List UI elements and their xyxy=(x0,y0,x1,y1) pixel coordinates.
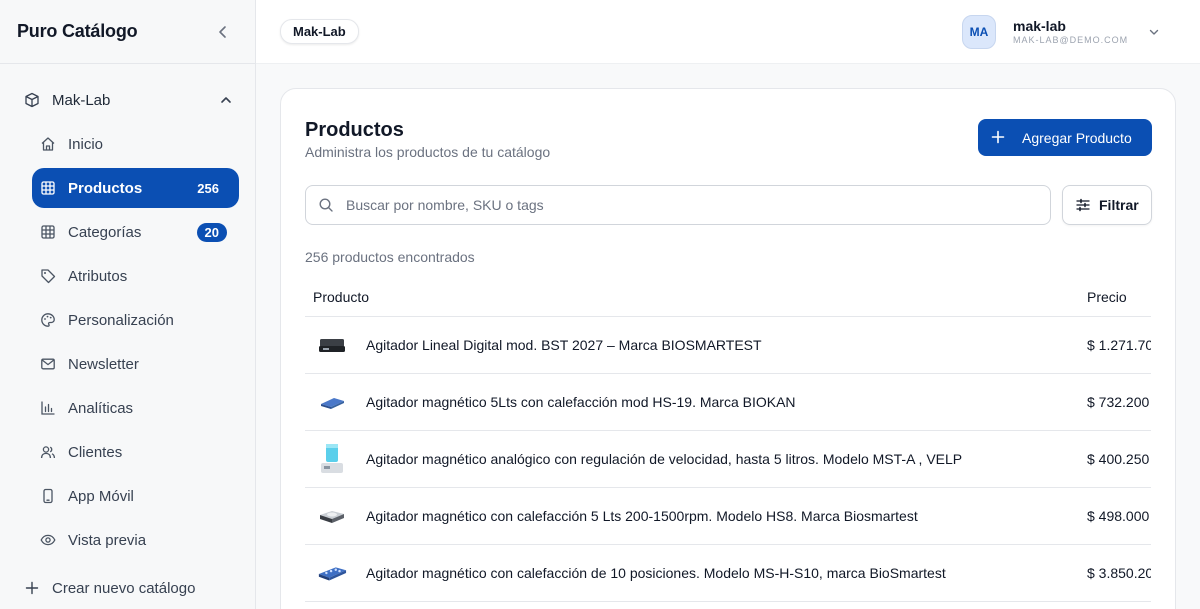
table-row[interactable]: Agitador Lineal Digital mod. BST 2027 – … xyxy=(305,317,1151,374)
product-thumbnail xyxy=(317,501,347,531)
sidebar-item-label: Personalización xyxy=(68,311,174,329)
sidebar-item-label: App Móvil xyxy=(68,487,134,505)
mail-icon xyxy=(40,356,56,372)
search-input[interactable] xyxy=(346,197,1026,213)
search-icon xyxy=(318,197,334,213)
create-catalog-label: Crear nuevo catálogo xyxy=(52,579,196,597)
brand-title: Puro Catálogo xyxy=(17,21,138,41)
palette-icon xyxy=(40,312,56,328)
sliders-icon xyxy=(1075,197,1091,213)
sidebar-item-label: Vista previa xyxy=(68,531,147,549)
tag-icon xyxy=(40,268,56,284)
sidebar-item-analiticas[interactable]: Analíticas xyxy=(32,388,239,428)
count-badge: 256 xyxy=(197,180,219,196)
product-price: $ 732.200 xyxy=(1087,394,1150,410)
user-info: mak-lab MAK-LAB@DEMO.COM xyxy=(1013,18,1128,46)
avatar: MA xyxy=(962,15,996,49)
sidebar-item-productos[interactable]: Productos 256 xyxy=(32,168,239,208)
product-price: $ 3.850.20 xyxy=(1087,565,1151,581)
product-name: Agitador Lineal Digital mod. BST 2027 – … xyxy=(366,337,762,353)
sidebar: Puro Catálogo Mak-Lab Inicio Productos 2… xyxy=(0,0,256,609)
count-badge: 20 xyxy=(196,222,227,242)
sidebar-item-categorias[interactable]: Categorías 20 xyxy=(32,212,239,252)
filter-button[interactable]: Filtrar xyxy=(1062,185,1152,225)
sidebar-item-atributos[interactable]: Atributos xyxy=(32,256,239,296)
smartphone-icon xyxy=(40,488,56,504)
filter-label: Filtrar xyxy=(1099,197,1139,213)
product-name: Agitador magnético con calefacción de 10… xyxy=(366,565,946,581)
home-icon xyxy=(40,136,56,152)
box-icon xyxy=(24,92,40,108)
column-header-product[interactable]: Producto xyxy=(305,289,1087,305)
grid-icon xyxy=(40,224,56,240)
sidebar-header: Puro Catálogo xyxy=(0,0,255,64)
top-bar: Mak-Lab MA mak-lab MAK-LAB@DEMO.COM xyxy=(256,0,1200,64)
sidebar-item-label: Categorías xyxy=(68,223,142,241)
collapse-sidebar-icon[interactable] xyxy=(215,24,231,40)
product-name: Agitador magnético analógico con regulac… xyxy=(366,451,963,467)
product-name: Agitador magnético con calefacción 5 Lts… xyxy=(366,508,918,524)
plus-icon xyxy=(991,128,1005,148)
table-row[interactable]: Agitador magnético 5Lts con calefacción … xyxy=(305,374,1151,431)
sidebar-item-label: Clientes xyxy=(68,443,123,461)
sidebar-item-clientes[interactable]: Clientes xyxy=(32,432,239,472)
sidebar-item-label: Analíticas xyxy=(68,399,134,417)
product-thumbnail xyxy=(317,558,347,588)
chevron-down-icon xyxy=(1148,26,1160,38)
user-name: mak-lab xyxy=(1013,18,1066,34)
bar-chart-icon xyxy=(40,400,56,416)
product-thumbnail xyxy=(317,387,347,417)
table-row[interactable]: Agitador magnético con calefacción de 10… xyxy=(305,545,1151,602)
product-thumbnail xyxy=(317,330,347,360)
sidebar-item-personalizacion[interactable]: Personalización xyxy=(32,300,239,340)
table-header: Producto Precio xyxy=(305,277,1151,317)
product-price: $ 1.271.70 xyxy=(1087,337,1151,353)
sidebar-item-label: Productos xyxy=(68,179,143,197)
table-row[interactable]: Agitador magnético con calefacción 5 Lts… xyxy=(305,488,1151,545)
product-thumbnail xyxy=(317,444,347,474)
sidebar-item-label: Atributos xyxy=(68,267,128,285)
product-price: $ 498.000 xyxy=(1087,508,1150,524)
product-name: Agitador magnético 5Lts con calefacción … xyxy=(366,394,796,410)
column-header-price[interactable]: Precio xyxy=(1087,289,1151,305)
sidebar-item-label: Inicio xyxy=(68,135,104,153)
sidebar-item-app-movil[interactable]: App Móvil xyxy=(32,476,239,516)
products-card: Productos Administra los productos de tu… xyxy=(280,88,1176,609)
sidebar-item-newsletter[interactable]: Newsletter xyxy=(32,344,239,384)
catalog-name: Mak-Lab xyxy=(52,91,111,109)
user-email: MAK-LAB@DEMO.COM xyxy=(1013,35,1129,45)
grid-icon xyxy=(40,180,56,196)
add-product-button[interactable]: Agregar Producto xyxy=(978,119,1152,156)
products-table: Producto Precio Agitador Lineal Digital … xyxy=(305,277,1151,602)
user-menu[interactable]: MA mak-lab MAK-LAB@DEMO.COM xyxy=(962,14,1160,50)
add-product-label: Agregar Producto xyxy=(1022,129,1132,146)
users-icon xyxy=(40,444,56,460)
sidebar-item-label: Newsletter xyxy=(68,355,139,373)
search-box xyxy=(305,185,1051,225)
page-subtitle: Administra los productos de tu catálogo xyxy=(305,144,551,160)
eye-icon xyxy=(40,532,56,548)
chevron-up-icon xyxy=(220,94,232,106)
plus-icon xyxy=(24,580,40,596)
sidebar-item-inicio[interactable]: Inicio xyxy=(32,124,239,164)
product-price: $ 400.250 xyxy=(1087,451,1150,467)
results-count: 256 productos encontrados xyxy=(305,249,475,265)
table-row[interactable]: Agitador magnético analógico con regulac… xyxy=(305,431,1151,488)
catalog-chip[interactable]: Mak-Lab xyxy=(280,19,359,44)
create-catalog-button[interactable]: Crear nuevo catálogo xyxy=(16,572,240,604)
sidebar-nav: Inicio Productos 256 Categorías 20 Atrib… xyxy=(32,124,239,564)
catalog-selector[interactable]: Mak-Lab xyxy=(16,84,240,116)
page-title: Productos xyxy=(305,119,404,141)
sidebar-item-vista-previa[interactable]: Vista previa xyxy=(32,520,239,560)
